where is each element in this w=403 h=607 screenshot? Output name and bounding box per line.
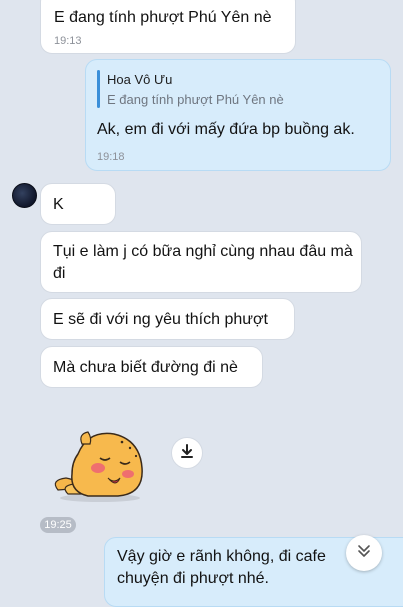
message-text: E đang tính phượt Phú Yên nè [54, 9, 272, 26]
message-bubble-incoming[interactable]: E đang tính phượt Phú Yên nè 19:13 [40, 0, 296, 54]
download-button[interactable] [171, 437, 203, 469]
quote-author: Hoa Vô Ưu [107, 72, 173, 87]
time-separator: 19:25 [40, 517, 76, 533]
quote-bar [97, 70, 100, 108]
message-bubble-incoming[interactable]: Mà chưa biết đường đi nè [40, 346, 263, 388]
avatar[interactable] [12, 183, 37, 208]
message-bubble-incoming[interactable]: E sẽ đi với ng yêu thích phượt [40, 298, 295, 340]
message-text: Vậy giờ e rãnh không, đi cafe chuyện đi … [117, 548, 326, 587]
download-icon [180, 443, 194, 463]
message-text: Ak, em đi với mấy đứa bp buồng ak. [97, 121, 355, 138]
message-text: Tụi e làm j có bữa nghỉ cùng nhau đâu mà… [53, 243, 353, 282]
message-bubble-incoming[interactable]: Tụi e làm j có bữa nghỉ cùng nhau đâu mà… [40, 231, 362, 293]
message-time: 19:13 [54, 35, 82, 47]
message-text: Mà chưa biết đường đi nè [53, 359, 238, 376]
message-text: E sẽ đi với ng yêu thích phượt [53, 311, 268, 328]
message-text: K [53, 196, 64, 213]
chevron-double-down-icon [356, 543, 372, 564]
message-time: 19:18 [97, 151, 125, 163]
message-bubble-outgoing[interactable]: Hoa Vô Ưu E đang tính phượt Phú Yên nè A… [85, 59, 391, 171]
bunny-sticker[interactable] [48, 424, 158, 504]
quote-text[interactable]: E đang tính phượt Phú Yên nè [107, 92, 284, 107]
message-bubble-incoming[interactable]: K [40, 183, 116, 225]
scroll-to-bottom-button[interactable] [346, 535, 382, 571]
